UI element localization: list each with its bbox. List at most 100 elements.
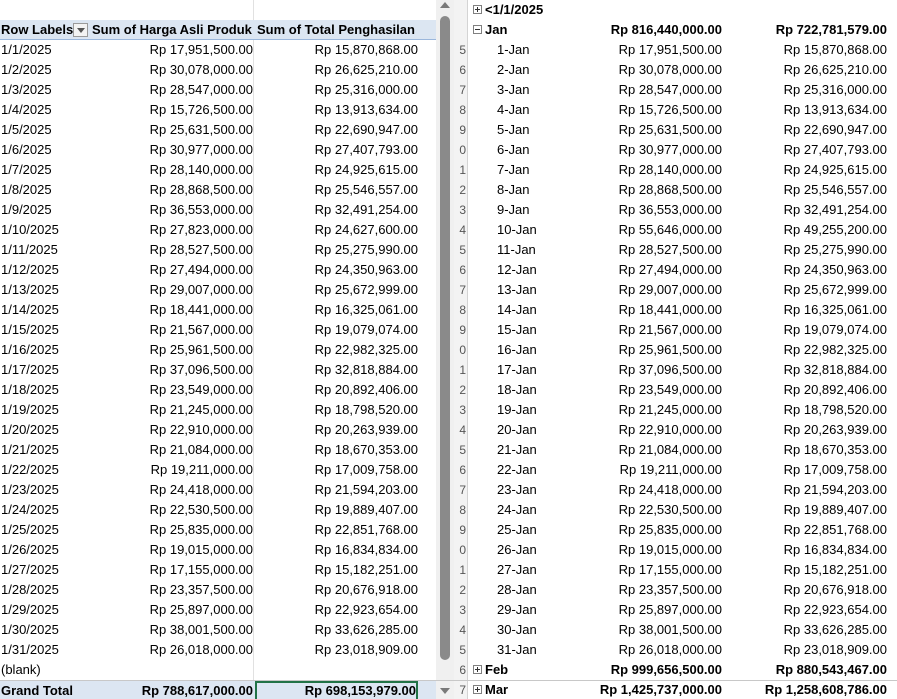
penghasilan-cell[interactable]: Rp 17,009,758.00 (737, 460, 887, 480)
harga-cell[interactable]: Rp 36,553,000.00 (90, 200, 253, 220)
row-label-cell[interactable]: 1/26/2025 (1, 540, 89, 560)
harga-cell[interactable]: Rp 19,015,000.00 (90, 540, 253, 560)
grand-total-penghasilan-selected-cell[interactable]: Rp 698,153,979.00 (255, 681, 418, 699)
harga-cell[interactable]: Rp 26,018,000.00 (569, 640, 722, 660)
harga-cell[interactable]: Rp 27,494,000.00 (90, 260, 253, 280)
penghasilan-cell[interactable]: Rp 22,690,947.00 (737, 120, 887, 140)
group-label[interactable]: <1/1/2025 (485, 0, 585, 20)
grand-total-label[interactable]: Grand Total (1, 681, 89, 699)
row-label-cell[interactable]: 1/2/2025 (1, 60, 89, 80)
row-label-cell[interactable]: 1/30/2025 (1, 620, 89, 640)
filter-dropdown-icon[interactable] (73, 23, 88, 37)
penghasilan-cell[interactable]: Rp 21,594,203.00 (255, 480, 418, 500)
harga-cell[interactable]: Rp 30,078,000.00 (569, 60, 722, 80)
penghasilan-cell[interactable]: Rp 24,925,615.00 (255, 160, 418, 180)
month-harga[interactable]: Rp 999,656,500.00 (569, 660, 722, 680)
harga-cell[interactable]: Rp 29,007,000.00 (569, 280, 722, 300)
group-row-before-date[interactable]: <1/1/2025 (469, 0, 897, 20)
row-label-cell[interactable]: 1/24/2025 (1, 500, 89, 520)
harga-cell[interactable]: Rp 21,245,000.00 (569, 400, 722, 420)
harga-cell[interactable]: Rp 28,140,000.00 (569, 160, 722, 180)
harga-cell[interactable]: Rp 23,357,500.00 (90, 580, 253, 600)
penghasilan-cell[interactable]: Rp 16,325,061.00 (255, 300, 418, 320)
harga-cell[interactable]: Rp 28,140,000.00 (90, 160, 253, 180)
penghasilan-cell[interactable]: Rp 24,925,615.00 (737, 160, 887, 180)
harga-cell[interactable]: Rp 37,096,500.00 (90, 360, 253, 380)
row-label-cell[interactable]: 1/20/2025 (1, 420, 89, 440)
row-label-cell[interactable]: 1/3/2025 (1, 80, 89, 100)
penghasilan-cell[interactable]: Rp 32,491,254.00 (737, 200, 887, 220)
penghasilan-cell[interactable]: Rp 22,982,325.00 (255, 340, 418, 360)
harga-cell[interactable]: Rp 22,530,500.00 (569, 500, 722, 520)
penghasilan-cell[interactable]: Rp 15,182,251.00 (737, 560, 887, 580)
row-label-cell[interactable]: 1/11/2025 (1, 240, 89, 260)
row-label-cell[interactable]: 1/16/2025 (1, 340, 89, 360)
harga-cell[interactable]: Rp 15,726,500.00 (90, 100, 253, 120)
penghasilan-cell[interactable]: Rp 20,263,939.00 (737, 420, 887, 440)
harga-cell[interactable]: Rp 28,527,500.00 (569, 240, 722, 260)
penghasilan-cell[interactable]: Rp 21,594,203.00 (737, 480, 887, 500)
month-penghasilan[interactable]: Rp 1,258,608,786.00 (737, 680, 887, 699)
penghasilan-cell[interactable]: Rp 15,182,251.00 (255, 560, 418, 580)
penghasilan-cell[interactable]: Rp 33,626,285.00 (737, 620, 887, 640)
harga-cell[interactable]: Rp 25,631,500.00 (569, 120, 722, 140)
harga-cell[interactable]: Rp 17,155,000.00 (569, 560, 722, 580)
penghasilan-cell[interactable]: Rp 22,982,325.00 (737, 340, 887, 360)
penghasilan-cell[interactable]: Rp 19,889,407.00 (737, 500, 887, 520)
row-label-cell[interactable]: 1/12/2025 (1, 260, 89, 280)
penghasilan-cell[interactable]: Rp 18,798,520.00 (255, 400, 418, 420)
penghasilan-cell[interactable] (255, 660, 418, 680)
harga-header[interactable]: Sum of Harga Asli Produk (90, 20, 253, 40)
harga-cell[interactable]: Rp 36,553,000.00 (569, 200, 722, 220)
row-label-cell[interactable]: 1/13/2025 (1, 280, 89, 300)
harga-cell[interactable]: Rp 22,910,000.00 (90, 420, 253, 440)
penghasilan-cell[interactable]: Rp 25,316,000.00 (737, 80, 887, 100)
harga-cell[interactable]: Rp 24,418,000.00 (569, 480, 722, 500)
month-row-jan[interactable]: Jan Rp 816,440,000.00 Rp 722,781,579.00 (469, 20, 897, 40)
harga-cell[interactable] (90, 660, 253, 680)
penghasilan-cell[interactable]: Rp 33,626,285.00 (255, 620, 418, 640)
penghasilan-cell[interactable]: Rp 16,834,834.00 (737, 540, 887, 560)
collapse-minus-icon[interactable] (473, 25, 482, 34)
penghasilan-cell[interactable]: Rp 15,870,868.00 (737, 40, 887, 60)
penghasilan-cell[interactable]: Rp 23,018,909.00 (737, 640, 887, 660)
penghasilan-cell[interactable]: Rp 22,923,654.00 (255, 600, 418, 620)
row-label-cell[interactable]: 1/25/2025 (1, 520, 89, 540)
penghasilan-cell[interactable]: Rp 27,407,793.00 (737, 140, 887, 160)
penghasilan-cell[interactable]: Rp 26,625,210.00 (737, 60, 887, 80)
penghasilan-cell[interactable]: Rp 20,676,918.00 (737, 580, 887, 600)
harga-cell[interactable]: Rp 28,527,500.00 (90, 240, 253, 260)
row-label-cell[interactable]: (blank) (1, 660, 89, 680)
harga-cell[interactable]: Rp 17,155,000.00 (90, 560, 253, 580)
harga-cell[interactable]: Rp 30,977,000.00 (90, 140, 253, 160)
row-label-cell[interactable]: 1/21/2025 (1, 440, 89, 460)
harga-cell[interactable]: Rp 19,211,000.00 (569, 460, 722, 480)
penghasilan-cell[interactable]: Rp 25,546,557.00 (737, 180, 887, 200)
penghasilan-cell[interactable]: Rp 18,670,353.00 (737, 440, 887, 460)
row-label-cell[interactable]: 1/5/2025 (1, 120, 89, 140)
penghasilan-cell[interactable]: Rp 18,670,353.00 (255, 440, 418, 460)
harga-cell[interactable]: Rp 25,631,500.00 (90, 120, 253, 140)
harga-cell[interactable]: Rp 27,823,000.00 (90, 220, 253, 240)
month-row-mar[interactable]: Mar Rp 1,425,737,000.00 Rp 1,258,608,786… (469, 680, 897, 699)
row-label-cell[interactable]: 1/15/2025 (1, 320, 89, 340)
penghasilan-cell[interactable]: Rp 13,913,634.00 (255, 100, 418, 120)
harga-cell[interactable]: Rp 19,211,000.00 (90, 460, 253, 480)
harga-cell[interactable]: Rp 21,567,000.00 (90, 320, 253, 340)
harga-cell[interactable]: Rp 15,726,500.00 (569, 100, 722, 120)
harga-cell[interactable]: Rp 21,084,000.00 (569, 440, 722, 460)
harga-cell[interactable]: Rp 23,549,000.00 (569, 380, 722, 400)
month-harga[interactable]: Rp 816,440,000.00 (569, 20, 722, 40)
penghasilan-cell[interactable]: Rp 13,913,634.00 (737, 100, 887, 120)
vertical-scrollbar[interactable] (436, 0, 454, 699)
harga-cell[interactable]: Rp 21,084,000.00 (90, 440, 253, 460)
harga-cell[interactable]: Rp 29,007,000.00 (90, 280, 253, 300)
penghasilan-cell[interactable]: Rp 16,325,061.00 (737, 300, 887, 320)
harga-cell[interactable]: Rp 21,567,000.00 (569, 320, 722, 340)
penghasilan-cell[interactable]: Rp 22,690,947.00 (255, 120, 418, 140)
penghasilan-cell[interactable]: Rp 18,798,520.00 (737, 400, 887, 420)
row-label-cell[interactable]: 1/28/2025 (1, 580, 89, 600)
expand-plus-icon[interactable] (473, 665, 482, 674)
row-label-cell[interactable]: 1/18/2025 (1, 380, 89, 400)
penghasilan-cell[interactable]: Rp 25,672,999.00 (255, 280, 418, 300)
